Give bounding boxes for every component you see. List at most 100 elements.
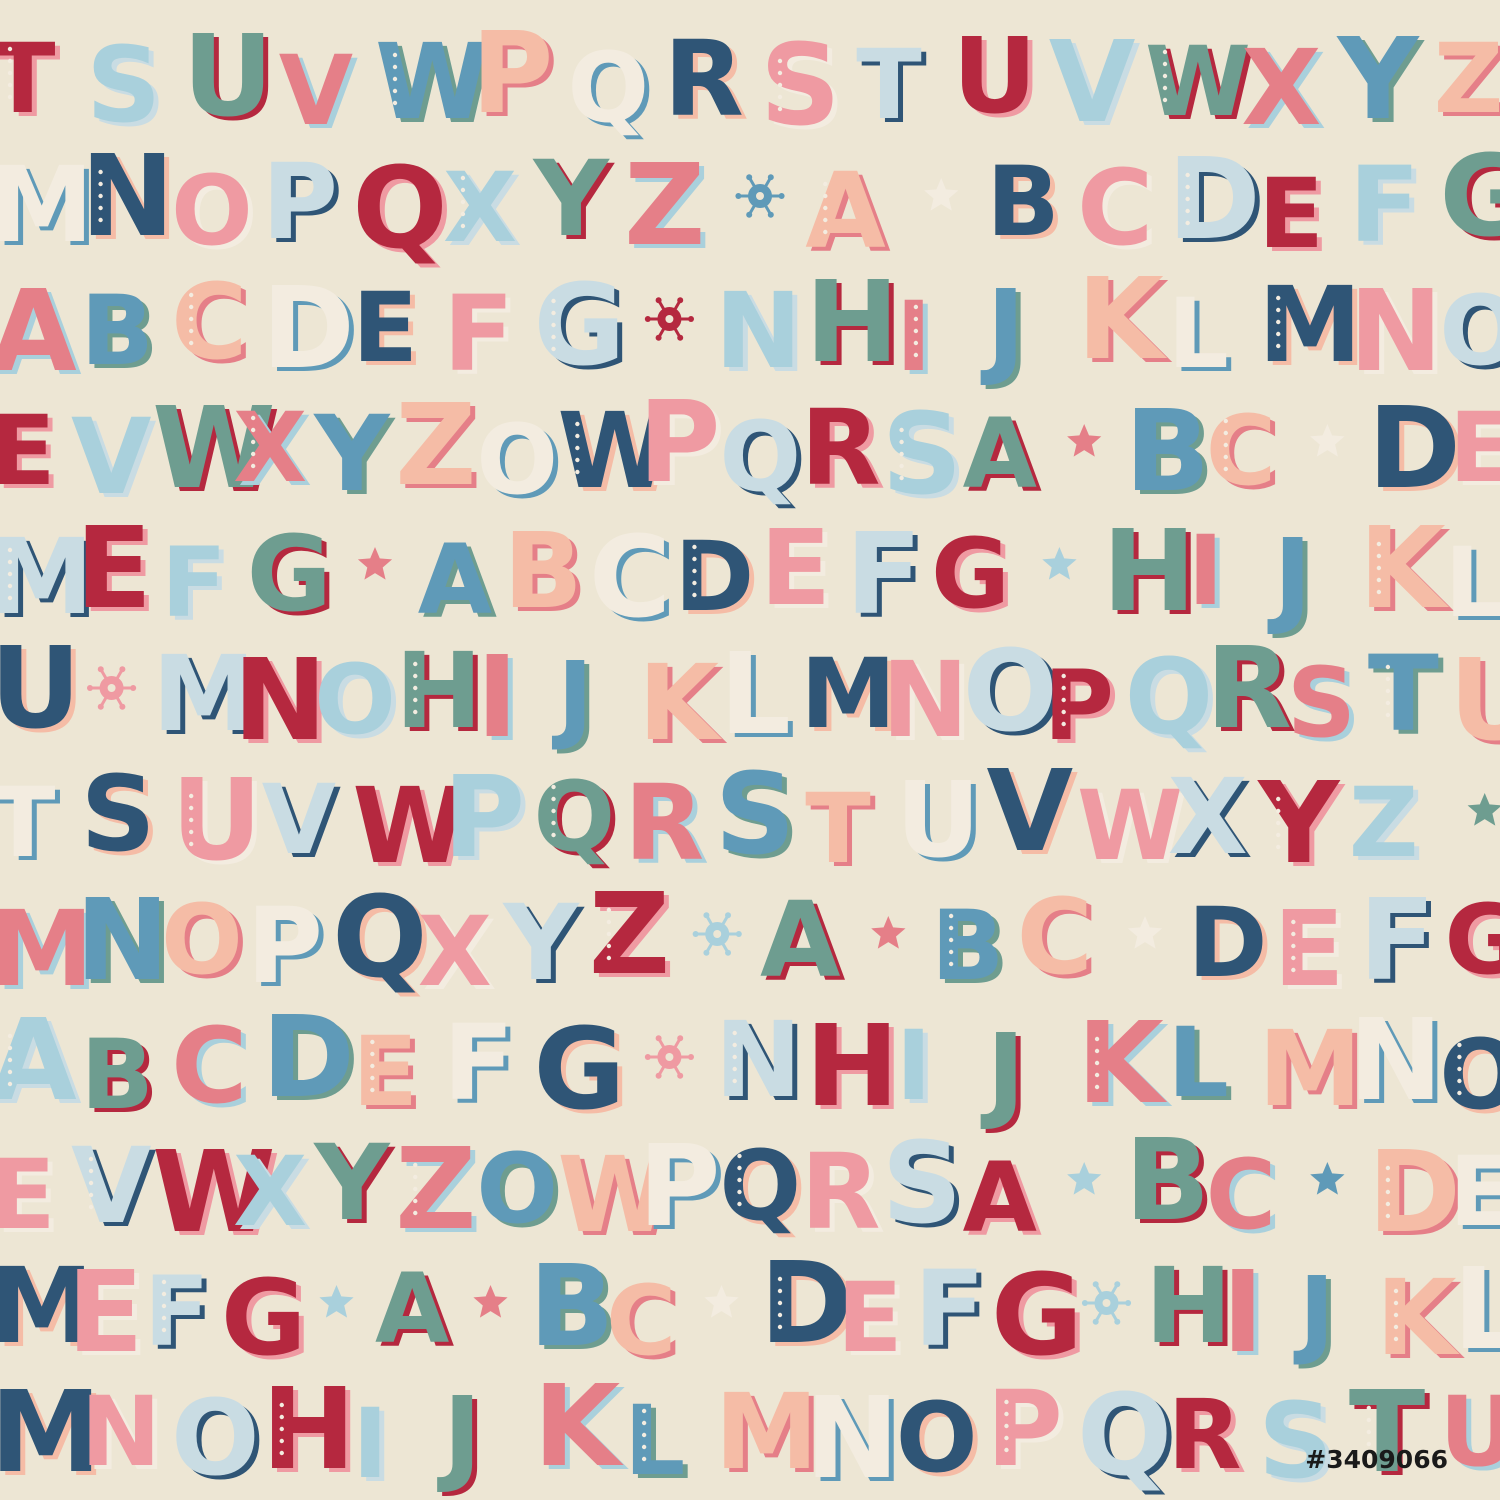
decor-dot [1291, 967, 1296, 973]
decor-dot [692, 592, 697, 598]
pattern-letter: O [161, 884, 243, 996]
decor-dot [1094, 1060, 1100, 1066]
pattern-letter: X [418, 896, 492, 1008]
pattern-letter: X [233, 1136, 307, 1248]
pattern-letter: F [1349, 144, 1420, 266]
pattern-letter: Q [1125, 636, 1213, 758]
decor-dot [1276, 319, 1281, 325]
decor-dot [1376, 589, 1382, 595]
pattern-letter: V [986, 747, 1073, 877]
pattern-letter: J [980, 267, 1025, 389]
pattern-letter: E [352, 272, 418, 384]
decor-dot [1276, 343, 1281, 349]
pattern-letter: Y [312, 393, 391, 515]
pattern-letter: N [715, 270, 802, 392]
pattern-letter: Q [352, 144, 447, 274]
pattern-letter: Z [1434, 23, 1500, 135]
decor-dot [279, 1414, 284, 1420]
decor-dot [1393, 1324, 1399, 1330]
decor-dot [1061, 697, 1066, 703]
decor-dot [1385, 712, 1391, 718]
pattern-letter: O [1439, 1019, 1500, 1131]
decor-dot [737, 715, 742, 721]
pattern-letter: N [715, 999, 802, 1121]
decor-dot [1393, 1300, 1399, 1306]
decor-dot [188, 829, 194, 835]
pattern-letter: G [1444, 884, 1500, 996]
pattern-letter: D [1188, 887, 1268, 999]
decor-dot [413, 697, 418, 703]
decor-dot [1276, 295, 1281, 301]
pattern-letter: O [171, 1377, 259, 1499]
decor-dot [1061, 721, 1066, 727]
star-icon [871, 916, 906, 949]
decor-dot [98, 205, 103, 211]
pattern-letter: H [262, 1365, 356, 1495]
decor-dot [161, 1315, 167, 1321]
decor-dot [641, 1432, 647, 1438]
pattern-letter: F [161, 527, 227, 639]
pattern-letter: T [856, 29, 921, 141]
pattern-letter: Q [719, 401, 801, 513]
decor-dot [279, 1426, 284, 1432]
decor-dot [1094, 1084, 1100, 1090]
decor-dot [7, 1045, 13, 1051]
pattern-letter: P [247, 885, 323, 1007]
decor-dot [161, 1303, 167, 1309]
decor-dot [777, 70, 783, 76]
decor-dot [1223, 418, 1228, 424]
pattern-letter: C [1017, 876, 1093, 998]
decor-dot [1393, 1288, 1399, 1294]
decor-dot [188, 340, 194, 346]
pattern-letter: E [76, 504, 153, 634]
decor-dot [1004, 1399, 1009, 1405]
decor-dot [606, 955, 612, 961]
pattern-letter: Z [589, 870, 670, 1000]
pattern-letter: C [589, 513, 671, 643]
decor-dot [7, 94, 13, 100]
decor-dot [7, 1057, 13, 1063]
pattern-letter: D [1368, 384, 1461, 514]
decor-dot [7, 1069, 13, 1075]
pattern-letter: B [1125, 387, 1210, 517]
decor-dot [1376, 553, 1382, 559]
pattern-letter: C [1077, 147, 1153, 269]
pattern-letter: U [953, 15, 1037, 137]
decor-dot [7, 46, 13, 52]
decor-dot [264, 928, 269, 934]
decor-dot [370, 1039, 375, 1045]
decor-dot [1185, 196, 1190, 202]
decor-dot [732, 1042, 737, 1048]
decor-dot [737, 691, 742, 697]
pattern-letter: N [1349, 267, 1443, 397]
decor-dot [1291, 943, 1296, 949]
decor-dot [7, 1081, 13, 1087]
pattern-letter: L [1168, 1007, 1229, 1119]
pattern-letter: B [81, 275, 154, 387]
pattern-letter: K [534, 1362, 625, 1492]
decor-dot [1457, 1078, 1462, 1084]
decor-dot [279, 1402, 284, 1408]
decor-dot [777, 94, 783, 100]
decor-dot [460, 199, 466, 205]
decor-dot [250, 463, 256, 469]
decor-dot [1385, 1165, 1391, 1171]
decor-dot [7, 559, 13, 565]
decor-dot [413, 1198, 418, 1204]
decor-dot [1162, 97, 1168, 103]
pattern-letter: T [0, 23, 55, 135]
pattern-letter: B [529, 1242, 614, 1372]
pattern-letter: Y [1336, 15, 1421, 145]
pattern-letter: M [1258, 1008, 1362, 1130]
pattern-letter: O [896, 1382, 978, 1494]
decor-dot [551, 322, 556, 328]
decor-dot [692, 568, 697, 574]
snowflake-flower-icon [692, 912, 742, 956]
decor-dot [575, 421, 580, 427]
decor-dot [370, 1051, 375, 1057]
pattern-letter: E [837, 1262, 903, 1374]
decor-dot [913, 340, 919, 346]
decor-dot [1162, 73, 1168, 79]
pattern-letter: N [1349, 996, 1443, 1126]
pattern-letter: E [0, 1139, 56, 1251]
